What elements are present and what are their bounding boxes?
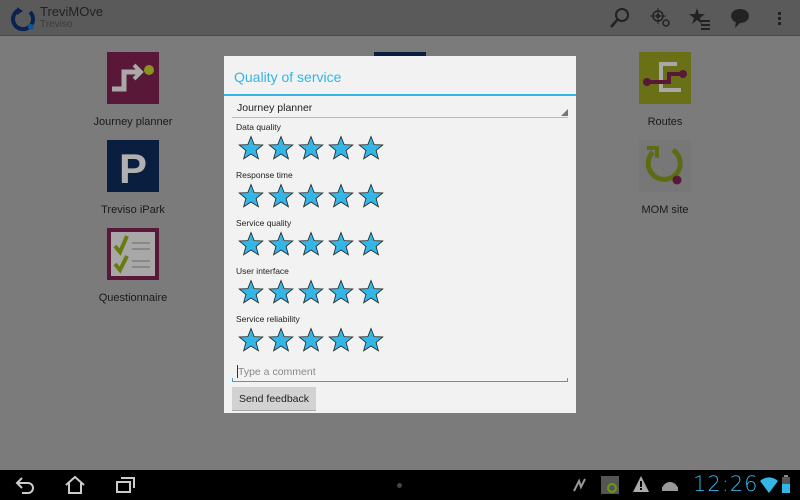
nav-dot <box>397 483 402 488</box>
parking-icon: P <box>107 140 159 192</box>
star-icon[interactable] <box>268 327 294 353</box>
star-icon[interactable] <box>238 135 264 161</box>
star-icon[interactable] <box>358 231 384 257</box>
wifi-icon <box>760 477 778 493</box>
grid-item-mom-site[interactable]: MOM site <box>595 140 735 216</box>
star-icon[interactable] <box>358 183 384 209</box>
rating-bar[interactable] <box>238 327 576 353</box>
star-icon[interactable] <box>268 135 294 161</box>
rating-label: Service reliability <box>236 314 300 324</box>
grid-item-treviso-ipark[interactable]: P Treviso iPark <box>63 140 203 216</box>
star-icon[interactable] <box>268 183 294 209</box>
star-icon[interactable] <box>358 327 384 353</box>
rating-row: User interface <box>236 262 576 310</box>
rating-bar[interactable] <box>238 135 576 161</box>
star-icon[interactable] <box>268 279 294 305</box>
star-icon[interactable] <box>298 279 324 305</box>
star-icon[interactable] <box>328 231 354 257</box>
quality-of-service-dialog: Quality of service Journey planner Data … <box>224 56 576 413</box>
action-bar: TreviMOve Treviso <box>0 0 800 36</box>
rating-row: Service reliability <box>236 310 576 358</box>
journey-planner-icon <box>107 52 159 104</box>
star-icon[interactable] <box>358 135 384 161</box>
rating-label: Response time <box>236 170 293 180</box>
app-logo-icon <box>11 7 36 32</box>
grid-item-routes[interactable]: Routes <box>595 52 735 128</box>
star-icon[interactable] <box>328 327 354 353</box>
rating-label: Data quality <box>236 122 281 132</box>
rating-row: Data quality <box>236 118 576 166</box>
app-title: TreviMOve <box>40 4 104 19</box>
search-icon[interactable] <box>608 6 632 30</box>
service-spinner-value: Journey planner <box>237 102 313 114</box>
checklist-icon <box>107 228 159 280</box>
dialog-title: Quality of service <box>224 56 576 96</box>
service-spinner[interactable]: Journey planner <box>232 100 568 118</box>
dropdown-triangle-icon <box>561 109 568 116</box>
star-icon[interactable] <box>298 183 324 209</box>
grid-item-journey-planner[interactable]: Journey planner <box>63 52 203 128</box>
rating-bar[interactable] <box>238 279 576 305</box>
star-icon[interactable] <box>328 135 354 161</box>
star-icon[interactable] <box>238 279 264 305</box>
grid-item-label: Questionnaire <box>98 292 168 304</box>
star-icon[interactable] <box>298 231 324 257</box>
screenshot-app-icon <box>601 476 619 494</box>
overflow-menu-icon[interactable] <box>768 6 792 30</box>
grid-item-label: MOM site <box>641 204 689 216</box>
routes-icon <box>639 52 691 104</box>
favorites-list-icon[interactable] <box>688 6 712 30</box>
svg-text:P: P <box>119 145 147 192</box>
star-icon[interactable] <box>328 279 354 305</box>
rating-bar[interactable] <box>238 231 576 257</box>
rating-bar[interactable] <box>238 183 576 209</box>
battery-icon <box>782 475 790 493</box>
grid-item-label: Routes <box>647 116 683 128</box>
android-debug-icon <box>662 482 678 491</box>
grid-item-questionnaire[interactable]: Questionnaire <box>63 228 203 304</box>
system-nav-bar: 12:26 <box>0 470 800 500</box>
star-icon[interactable] <box>298 135 324 161</box>
grid-item-label: Treviso iPark <box>101 204 165 216</box>
signal-wave-icon <box>573 478 586 492</box>
recent-apps-icon[interactable] <box>114 475 136 495</box>
comment-input[interactable]: Type a comment <box>232 362 568 382</box>
warning-icon <box>633 476 649 492</box>
feedback-bubble-icon[interactable] <box>728 6 752 30</box>
home-icon[interactable] <box>64 475 86 495</box>
send-feedback-button[interactable]: Send feedback <box>232 387 316 411</box>
back-icon[interactable] <box>14 475 36 495</box>
star-icon[interactable] <box>298 327 324 353</box>
rating-row: Service quality <box>236 214 576 262</box>
rating-label: User interface <box>236 266 289 276</box>
clock: 12:26 <box>693 472 759 496</box>
star-icon[interactable] <box>268 231 294 257</box>
app-subtitle: Treviso <box>40 19 73 30</box>
star-icon[interactable] <box>238 231 264 257</box>
star-icon[interactable] <box>358 279 384 305</box>
rating-row: Response time <box>236 166 576 214</box>
star-icon[interactable] <box>238 183 264 209</box>
grid-item-label: Journey planner <box>93 116 173 128</box>
mom-logo-icon <box>639 140 691 192</box>
star-icon[interactable] <box>238 327 264 353</box>
rating-label: Service quality <box>236 218 292 228</box>
locate-search-icon[interactable] <box>648 6 672 30</box>
star-icon[interactable] <box>328 183 354 209</box>
